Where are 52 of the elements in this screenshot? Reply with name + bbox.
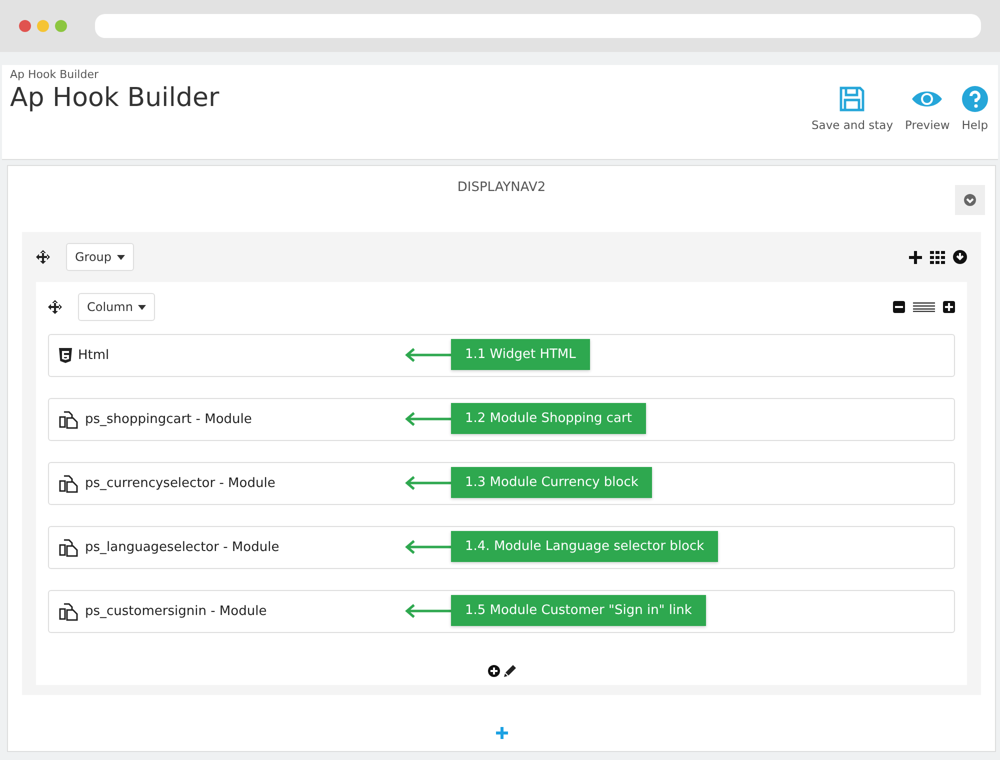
preview-button[interactable]: Preview (903, 86, 952, 132)
widget-label: ps_currencyselector - Module (85, 476, 276, 491)
width-lines-icon[interactable] (913, 302, 935, 312)
move-icon[interactable] (48, 300, 62, 314)
caret-icon (138, 304, 146, 310)
widget-row[interactable]: ps_shoppingcart - Module 1.2 Module Shopping cart (48, 398, 955, 441)
widget-row[interactable]: ps_customersignin - Module 1.5 Module Customer "Sign in" link (48, 590, 955, 633)
close-dot-icon[interactable] (19, 20, 31, 32)
plus-icon[interactable] (909, 250, 922, 264)
pencil-icon[interactable] (504, 665, 516, 677)
widget-row[interactable]: ps_languageselector - Module 1.4. Module Language selector block (48, 526, 955, 569)
callout-label: 1.2 Module Shopping cart (451, 403, 646, 434)
save-button[interactable]: Save and stay (809, 86, 896, 132)
copy-icon (59, 602, 79, 620)
page-title: Ap Hook Builder (10, 83, 220, 113)
group-dropdown[interactable]: Group (66, 243, 134, 271)
add-circle-icon[interactable] (488, 665, 500, 677)
callout-label: 1.3 Module Currency block (451, 467, 652, 498)
arrow-icon (405, 476, 451, 490)
breadcrumb[interactable]: Ap Hook Builder (10, 68, 810, 81)
widget-label: ps_customersignin - Module (85, 604, 267, 619)
widget-label: ps_shoppingcart - Module (85, 412, 252, 427)
copy-icon (59, 538, 79, 556)
copy-icon (59, 474, 79, 492)
arrow-icon (405, 604, 451, 618)
callout-label: 1.1 Widget HTML (451, 339, 590, 370)
help-icon (962, 86, 988, 112)
minimize-dot-icon[interactable] (37, 20, 49, 32)
download-circle-icon[interactable] (953, 250, 967, 264)
arrow-icon (405, 540, 451, 554)
grid-icon[interactable] (930, 250, 945, 264)
minus-square-icon[interactable] (893, 301, 905, 313)
down-circle-icon (964, 194, 976, 206)
hook-name: DISPLAYNAV2 (457, 180, 546, 197)
html5-icon (59, 348, 72, 363)
column-dropdown[interactable]: Column (78, 293, 155, 321)
callout-label: 1.4. Module Language selector block (451, 531, 718, 562)
widget-label: Html (78, 348, 110, 363)
arrow-icon (405, 348, 451, 362)
collapse-button[interactable] (955, 185, 985, 215)
arrow-icon (405, 412, 451, 426)
widget-row[interactable]: ps_currencyselector - Module 1.3 Module Currency block (48, 462, 955, 505)
copy-icon (59, 410, 79, 428)
help-button[interactable]: Help (960, 86, 990, 132)
caret-icon (116, 254, 125, 260)
maximize-dot-icon[interactable] (55, 20, 67, 32)
callout-label: 1.5 Module Customer "Sign in" link (451, 595, 706, 626)
move-icon[interactable] (36, 250, 50, 264)
add-group-plus-icon[interactable] (496, 727, 508, 739)
plus-square-icon[interactable] (943, 301, 955, 313)
widget-row[interactable]: Html 1.1 Widget HTML (48, 334, 955, 377)
widget-label: ps_languageselector - Module (85, 540, 280, 555)
